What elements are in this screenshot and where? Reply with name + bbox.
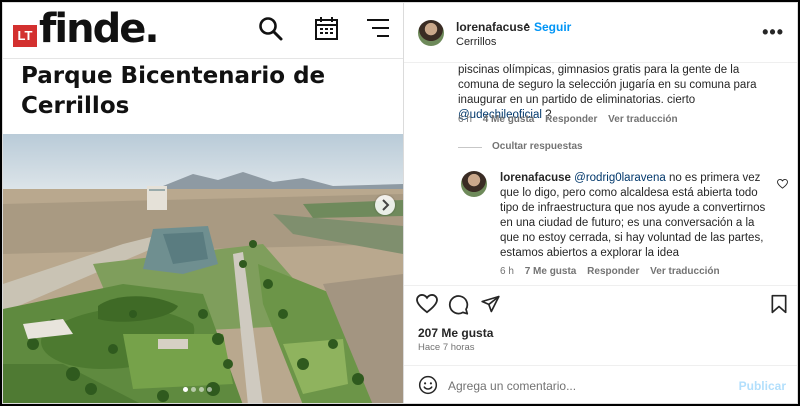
post-username[interactable]: lorenafacuse: [456, 20, 530, 34]
mention-link[interactable]: @rodrig0laravena: [574, 172, 666, 184]
post-media: LT finde. Parque Bicentenario de Cerrill…: [3, 3, 403, 403]
reply-meta: 6 h 7 Me gusta Responder Ver traducción: [500, 266, 720, 277]
park-aerial-photo: [3, 134, 403, 403]
comment-time[interactable]: 6 h: [458, 114, 472, 125]
instagram-post-window: LT finde. Parque Bicentenario de Cerrill…: [2, 2, 798, 404]
carousel-dot: [199, 387, 204, 392]
comment-body: piscinas olímpicas, gimnasios gratis par…: [458, 64, 757, 106]
calendar-icon: [315, 17, 338, 40]
follow-button[interactable]: Seguir: [534, 20, 571, 34]
post-actions: 207 Me gusta Hace 7 horas: [404, 285, 797, 365]
carousel-dot: [207, 387, 212, 392]
avatar[interactable]: [461, 171, 487, 197]
site-logo: finde.: [39, 6, 160, 52]
reply-text: lorenafacuse @rodrig0laravena no es prim…: [500, 171, 770, 261]
replies-divider: [458, 147, 482, 148]
heart-icon[interactable]: [416, 294, 438, 314]
comment-likes[interactable]: 4 Me gusta: [483, 114, 535, 125]
search-icon: [259, 17, 283, 41]
reply-button[interactable]: Responder: [587, 266, 639, 277]
post-header: lorenafacuse • Seguir Cerrillos •••: [404, 3, 797, 63]
comment-input[interactable]: [448, 376, 738, 396]
publish-button[interactable]: Publicar: [739, 379, 786, 393]
reply-username[interactable]: lorenafacuse: [500, 172, 571, 184]
post-location[interactable]: Cerrillos: [456, 36, 496, 48]
logo-badge: LT: [13, 25, 37, 47]
translate-button[interactable]: Ver traducción: [608, 114, 677, 125]
reply-time[interactable]: 6 h: [500, 266, 514, 277]
translate-button[interactable]: Ver traducción: [650, 266, 719, 277]
carousel-dot: [191, 387, 196, 392]
article-headline: Parque Bicentenario de Cerrillos: [21, 63, 326, 119]
likes-count[interactable]: 207 Me gusta: [418, 326, 493, 340]
comment-meta: 6 h 4 Me gusta Responder Ver traducción: [458, 114, 678, 125]
emoji-icon[interactable]: [418, 375, 438, 395]
like-comment-icon[interactable]: [777, 179, 788, 189]
menu-icon: [367, 19, 389, 37]
site-header: LT finde.: [3, 3, 403, 59]
share-icon[interactable]: [480, 294, 501, 314]
hide-replies-button[interactable]: Ocultar respuestas: [492, 141, 583, 152]
reply-body: no es primera vez que lo digo, pero como…: [500, 172, 766, 259]
separator-dot: •: [525, 20, 529, 31]
post-timestamp: Hace 7 horas: [418, 342, 475, 353]
bookmark-icon[interactable]: [770, 294, 788, 314]
reply-likes[interactable]: 7 Me gusta: [525, 266, 577, 277]
carousel-next-button[interactable]: [375, 195, 395, 215]
carousel-dot: [183, 387, 188, 392]
more-options-button[interactable]: •••: [762, 23, 784, 41]
comment-icon[interactable]: [448, 294, 469, 315]
avatar[interactable]: [418, 20, 444, 46]
comment-composer: Publicar: [404, 365, 797, 403]
post-details-panel: lorenafacuse • Seguir Cerrillos ••• pisc…: [403, 3, 797, 403]
chevron-right-icon: [382, 199, 390, 211]
reply-button[interactable]: Responder: [545, 114, 597, 125]
comments-list: piscinas olímpicas, gimnasios gratis par…: [404, 63, 797, 285]
